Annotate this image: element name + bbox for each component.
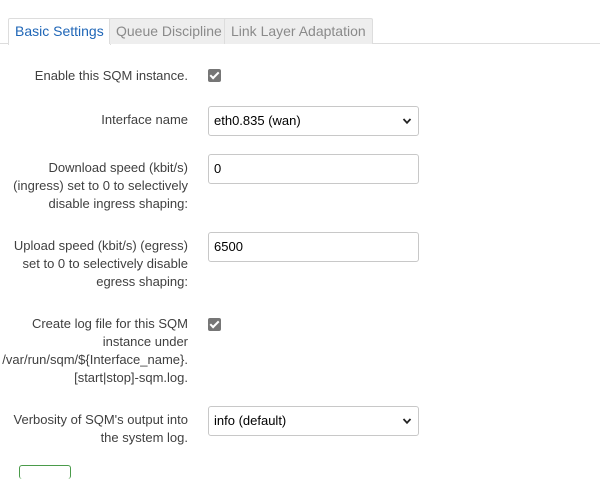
log-label: Create log file for this SQM instance un… (0, 315, 188, 387)
verbosity-label: Verbosity of SQM's output into the syste… (0, 411, 188, 447)
tab-bar: Basic Settings Queue Discipline Link Lay… (0, 18, 600, 45)
enable-checkbox[interactable] (208, 69, 221, 82)
download-label-line: (ingress) set to 0 to selectively (13, 178, 188, 193)
log-label-line: instance under (102, 334, 188, 349)
log-label-line: /var/run/sqm/${Interface_name}. (2, 352, 188, 367)
upload-speed-input[interactable]: 6500 (208, 232, 419, 262)
tab-queue-discipline[interactable]: Queue Discipline (109, 18, 229, 44)
download-label-line: disable ingress shaping: (48, 196, 188, 211)
interface-label: Interface name (101, 112, 188, 127)
verbosity-label-line: Verbosity of SQM's output into (13, 412, 188, 427)
log-checkbox[interactable] (208, 318, 221, 331)
verbosity-select-value: info (default) (214, 413, 287, 428)
upload-label-line: set to 0 to selectively disable (22, 256, 188, 271)
tab-link-layer-adaptation[interactable]: Link Layer Adaptation (224, 18, 373, 44)
enable-label: Enable this SQM instance. (34, 68, 188, 83)
verbosity-label-line: the system log. (100, 430, 188, 445)
download-label: Download speed (kbit/s) (ingress) set to… (0, 159, 188, 213)
upload-label-line: Upload speed (kbit/s) (egress) (13, 238, 188, 253)
chevron-down-icon (402, 418, 412, 425)
log-label-line: [start|stop]-sqm.log. (74, 370, 188, 385)
upload-label: Upload speed (kbit/s) (egress) set to 0 … (0, 237, 188, 291)
log-label-line: Create log file for this SQM (31, 316, 188, 331)
tab-basic-settings[interactable]: Basic Settings (8, 18, 111, 45)
interface-select[interactable]: eth0.835 (wan) (208, 106, 419, 136)
chevron-down-icon (402, 118, 412, 125)
verbosity-select[interactable]: info (default) (208, 406, 419, 436)
download-speed-input[interactable]: 0 (208, 154, 419, 184)
interface-select-value: eth0.835 (wan) (214, 113, 301, 128)
save-button[interactable] (19, 465, 71, 479)
upload-label-line: egress shaping: (96, 274, 188, 289)
download-label-line: Download speed (kbit/s) (48, 160, 188, 175)
